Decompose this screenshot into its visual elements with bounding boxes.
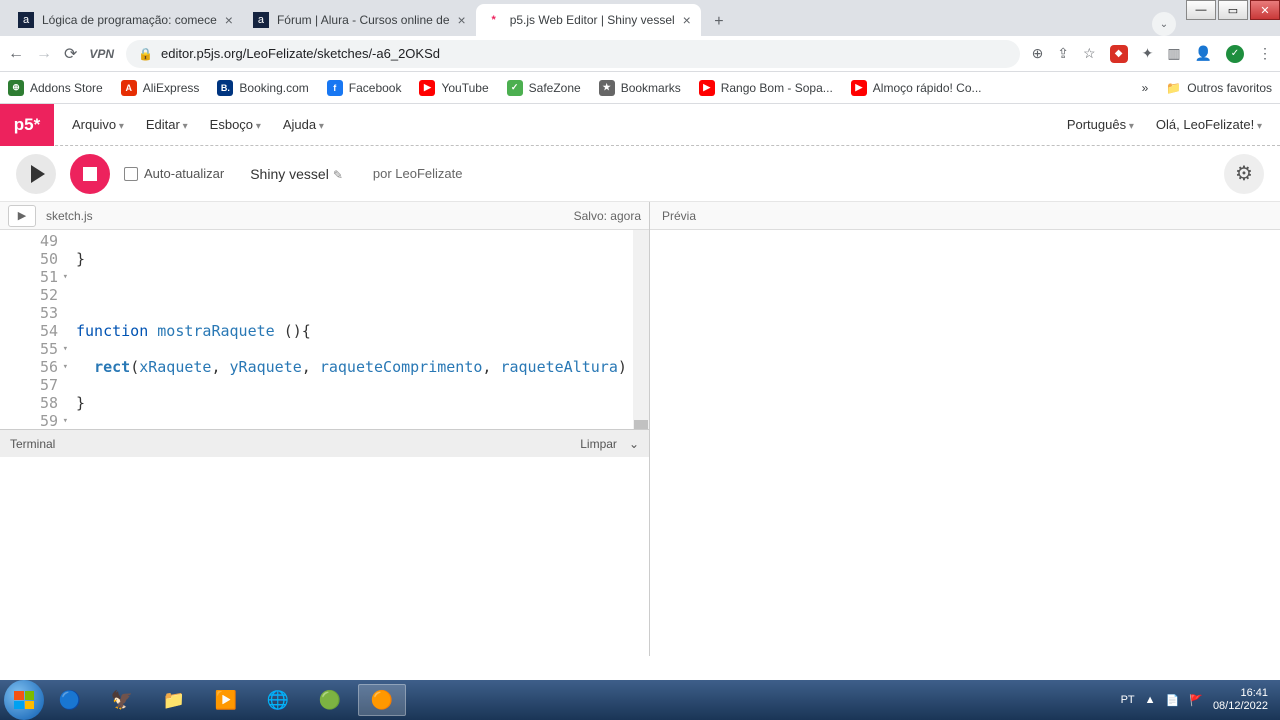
- bookmark-item[interactable]: B.Booking.com: [217, 80, 308, 96]
- chevron-down-icon[interactable]: ⌄: [629, 437, 639, 451]
- tab-title: Lógica de programação: comece: [42, 13, 217, 27]
- stop-button[interactable]: [70, 154, 110, 194]
- tab-favicon: *: [486, 12, 502, 28]
- maximize-button[interactable]: ▭: [1218, 0, 1248, 20]
- taskbar-explorer-icon[interactable]: 📁: [150, 684, 198, 716]
- other-bookmarks[interactable]: 📁Outros favoritos: [1166, 81, 1272, 95]
- back-button[interactable]: ←: [8, 45, 24, 63]
- browser-tab[interactable]: a Lógica de programação: comece ×: [8, 4, 243, 36]
- tray-lang[interactable]: PT: [1121, 694, 1135, 706]
- tab-favicon: a: [253, 12, 269, 28]
- bookmark-item[interactable]: ▶YouTube: [419, 80, 488, 96]
- user-menu[interactable]: Olá, LeoFelizate!: [1156, 117, 1262, 132]
- taskbar-hp-icon[interactable]: 🔵: [46, 684, 94, 716]
- language-dropdown[interactable]: Português: [1067, 117, 1134, 132]
- profile-icon[interactable]: 👤: [1195, 45, 1212, 62]
- share-icon[interactable]: ⇪: [1057, 45, 1069, 62]
- bookmark-item[interactable]: ✓SafeZone: [507, 80, 581, 96]
- author-label: por LeoFelizate: [373, 166, 463, 181]
- code-content[interactable]: } function mostraRaquete (){ rect(xRaque…: [62, 230, 649, 429]
- bookmarks-bar: ⊕Addons Store AAliExpress B.Booking.com …: [0, 72, 1280, 104]
- shield-icon[interactable]: ✓: [1226, 45, 1244, 63]
- editor-container: ▶ sketch.js Salvo: agora 49 50 51 52 53 …: [0, 202, 1280, 656]
- settings-button[interactable]: ⚙: [1224, 154, 1264, 194]
- menu-edit[interactable]: Editar: [146, 117, 188, 132]
- play-button[interactable]: [16, 154, 56, 194]
- adblock-icon[interactable]: ◆: [1110, 45, 1128, 63]
- taskbar-app-icon[interactable]: 🦅: [98, 684, 146, 716]
- tab-favicon: a: [18, 12, 34, 28]
- bookmark-item[interactable]: AAliExpress: [121, 80, 200, 96]
- line-gutter: 49 50 51 52 53 54 55 56 57 58 59 60 61 6…: [0, 230, 62, 429]
- forward-button[interactable]: →: [36, 45, 52, 63]
- side-panel-icon[interactable]: ▥: [1167, 45, 1180, 62]
- scroll-thumb[interactable]: [634, 420, 648, 429]
- new-tab-button[interactable]: +: [705, 8, 733, 36]
- sketch-name[interactable]: Shiny vessel✎: [250, 166, 343, 182]
- window-controls: — ▭ ✕: [1184, 0, 1280, 20]
- filename-tab[interactable]: sketch.js: [46, 209, 93, 223]
- extensions-icon[interactable]: ✦: [1142, 45, 1154, 62]
- taskbar-ie-icon[interactable]: 🌐: [254, 684, 302, 716]
- p5-toolbar: Auto-atualizar Shiny vessel✎ por LeoFeli…: [0, 146, 1280, 202]
- checkbox-icon: [124, 167, 138, 181]
- url-input[interactable]: 🔒 editor.p5js.org/LeoFelizate/sketches/-…: [126, 40, 1019, 68]
- taskbar-opera-icon[interactable]: 🟠: [358, 684, 406, 716]
- save-status: Salvo: agora: [574, 209, 641, 223]
- bookmark-item[interactable]: fFacebook: [327, 80, 402, 96]
- terminal-body: [0, 457, 649, 656]
- file-tab-row: ▶ sketch.js Salvo: agora: [0, 202, 649, 230]
- tab-search-button[interactable]: ⌄: [1152, 12, 1176, 36]
- window-close-button[interactable]: ✕: [1250, 0, 1280, 20]
- tab-title: p5.js Web Editor | Shiny vessel: [510, 13, 675, 27]
- auto-refresh-toggle[interactable]: Auto-atualizar: [124, 166, 224, 181]
- taskbar-chrome-icon[interactable]: 🟢: [306, 684, 354, 716]
- vpn-icon[interactable]: VPN: [89, 47, 114, 61]
- reload-button[interactable]: ⟳: [64, 44, 77, 64]
- browser-tab-active[interactable]: * p5.js Web Editor | Shiny vessel ×: [476, 4, 701, 36]
- tray-icon[interactable]: ▲: [1145, 694, 1156, 706]
- tray-icon[interactable]: 📄: [1166, 694, 1180, 707]
- p5-header: p5* Arquivo Editar Esboço Ajuda Portuguê…: [0, 104, 1280, 146]
- menu-file[interactable]: Arquivo: [72, 117, 124, 132]
- terminal-clear[interactable]: Limpar: [580, 437, 617, 451]
- url-text: editor.p5js.org/LeoFelizate/sketches/-a6…: [161, 46, 440, 61]
- tray-clock[interactable]: 16:41 08/12/2022: [1213, 687, 1268, 713]
- preview-header: Prévia: [650, 202, 1280, 230]
- bookmark-item[interactable]: ★Bookmarks: [599, 80, 681, 96]
- pencil-icon: ✎: [333, 168, 343, 182]
- taskbar-media-icon[interactable]: ▶️: [202, 684, 250, 716]
- p5-logo[interactable]: p5*: [0, 104, 54, 146]
- code-pane: ▶ sketch.js Salvo: agora 49 50 51 52 53 …: [0, 202, 650, 656]
- tray-icon[interactable]: 🚩: [1189, 694, 1203, 707]
- scrollbar[interactable]: [633, 230, 649, 429]
- preview-pane: Prévia: [650, 202, 1280, 656]
- start-button[interactable]: [4, 680, 44, 720]
- terminal-label: Terminal: [10, 437, 55, 451]
- sidebar-toggle[interactable]: ▶: [8, 205, 36, 227]
- bookmark-star-icon[interactable]: ☆: [1083, 45, 1096, 62]
- menu-icon[interactable]: ⋮: [1258, 45, 1272, 62]
- address-bar: ← → ⟳ VPN 🔒 editor.p5js.org/LeoFelizate/…: [0, 36, 1280, 72]
- close-icon[interactable]: ×: [458, 12, 466, 28]
- close-icon[interactable]: ×: [683, 12, 691, 28]
- translate-icon[interactable]: ⊕: [1032, 45, 1044, 62]
- browser-tab-strip: a Lógica de programação: comece × a Fóru…: [0, 0, 1280, 36]
- terminal-header: Terminal Limpar ⌄: [0, 429, 649, 457]
- windows-taskbar: 🔵 🦅 📁 ▶️ 🌐 🟢 🟠 PT ▲ 📄 🚩 16:41 08/12/2022: [0, 680, 1280, 720]
- menu-help[interactable]: Ajuda: [283, 117, 324, 132]
- menu-sketch[interactable]: Esboço: [210, 117, 261, 132]
- bookmark-item[interactable]: ▶Rango Bom - Sopa...: [699, 80, 833, 96]
- browser-tab[interactable]: a Fórum | Alura - Cursos online de ×: [243, 4, 476, 36]
- system-tray: PT ▲ 📄 🚩 16:41 08/12/2022: [1121, 687, 1276, 713]
- tab-title: Fórum | Alura - Cursos online de: [277, 13, 450, 27]
- bookmark-item[interactable]: ⊕Addons Store: [8, 80, 103, 96]
- bookmark-item[interactable]: ▶Almoço rápido! Co...: [851, 80, 982, 96]
- bookmark-overflow[interactable]: »: [1142, 81, 1149, 95]
- lock-icon: 🔒: [138, 47, 153, 61]
- code-editor[interactable]: 49 50 51 52 53 54 55 56 57 58 59 60 61 6…: [0, 230, 649, 429]
- minimize-button[interactable]: —: [1186, 0, 1216, 20]
- close-icon[interactable]: ×: [225, 12, 233, 28]
